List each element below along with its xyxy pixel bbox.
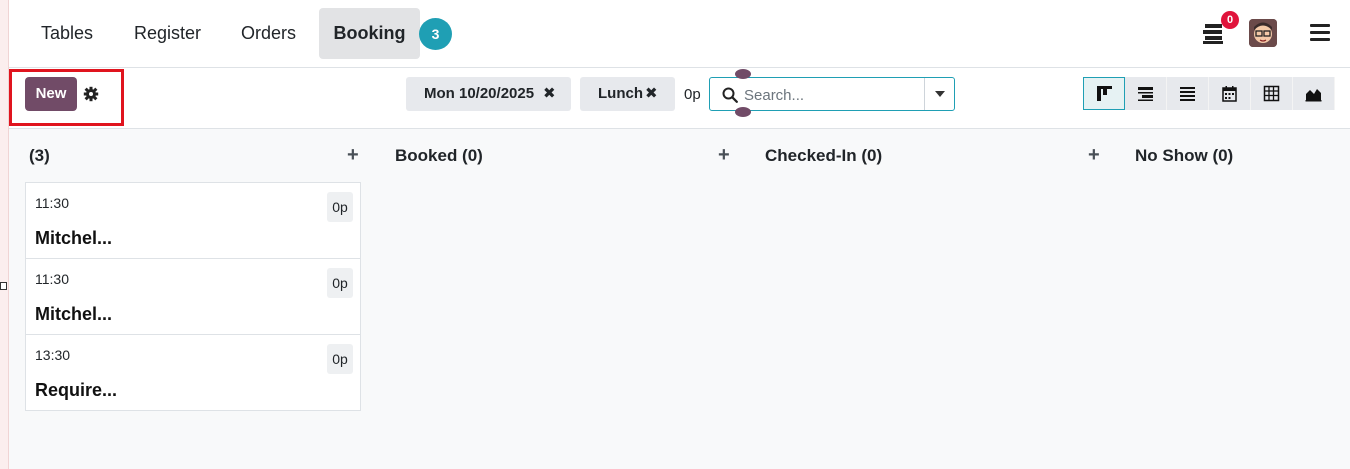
kanban-view-icon[interactable] xyxy=(1083,77,1125,110)
left-edge-strip xyxy=(0,0,9,469)
search-options-chevron-icon[interactable] xyxy=(925,78,955,110)
date-filter-label: Mon 10/20/2025 xyxy=(424,85,535,102)
nav-register[interactable]: Register xyxy=(120,8,215,59)
main-menu-icon[interactable] xyxy=(1310,24,1330,42)
column-header-no-show: No Show (0) xyxy=(1135,146,1234,165)
search-bottom-drag-handle[interactable] xyxy=(735,107,751,117)
remove-meal-filter-icon[interactable]: ✖ xyxy=(645,77,658,111)
column-header-unassigned: (3) xyxy=(29,146,50,165)
covers-badge: 0p xyxy=(327,192,353,222)
add-to-column-icon[interactable]: + xyxy=(347,144,359,167)
booking-card[interactable]: 11:30 0p Mitchel... xyxy=(25,258,361,335)
list-view-icon[interactable] xyxy=(1167,77,1209,110)
booking-time: 13:30 xyxy=(35,347,71,363)
date-filter-facet: Mon 10/20/2025 ✖ xyxy=(406,77,571,111)
gear-icon[interactable] xyxy=(83,86,99,102)
booking-name: Mitchel... xyxy=(35,228,113,248)
notification-count-badge: 0 xyxy=(1221,11,1239,29)
column-header-checked-in: Checked-In (0) xyxy=(765,146,883,165)
nav-orders[interactable]: Orders xyxy=(226,8,311,59)
search-icon xyxy=(722,87,738,103)
pivot-view-icon[interactable] xyxy=(1251,77,1293,110)
gantt-view-icon[interactable] xyxy=(1125,77,1167,110)
search-top-drag-handle[interactable] xyxy=(735,69,751,79)
booking-name: Mitchel... xyxy=(35,304,113,324)
add-to-column-icon[interactable]: + xyxy=(718,144,730,167)
column-header-booked: Booked (0) xyxy=(395,146,483,165)
search-input[interactable] xyxy=(744,85,914,105)
booking-count-badge: 3 xyxy=(419,18,452,50)
nav-tables[interactable]: Tables xyxy=(28,8,106,59)
add-to-column-icon[interactable]: + xyxy=(1088,144,1100,167)
new-button[interactable]: New xyxy=(25,77,77,111)
covers-badge: 0p xyxy=(327,268,353,298)
total-covers: 0p xyxy=(684,86,701,103)
covers-badge: 0p xyxy=(327,344,353,374)
booking-card[interactable]: 11:30 0p Mitchel... xyxy=(25,182,361,259)
booking-time: 11:30 xyxy=(35,271,69,287)
booking-card[interactable]: 13:30 0p Require... xyxy=(25,334,361,411)
user-avatar[interactable] xyxy=(1249,19,1277,47)
meal-filter-facet: Lunch ✖ xyxy=(580,77,675,111)
calendar-view-icon[interactable] xyxy=(1209,77,1251,110)
view-switcher xyxy=(1083,77,1335,110)
graph-view-icon[interactable] xyxy=(1293,77,1335,110)
resize-handle[interactable] xyxy=(0,282,7,290)
nav-booking[interactable]: Booking xyxy=(319,8,420,59)
search-box xyxy=(709,77,955,111)
meal-filter-label: Lunch xyxy=(598,85,643,102)
booking-name: Require... xyxy=(35,380,118,400)
booking-time: 11:30 xyxy=(35,195,69,211)
remove-date-filter-icon[interactable]: ✖ xyxy=(543,77,556,111)
